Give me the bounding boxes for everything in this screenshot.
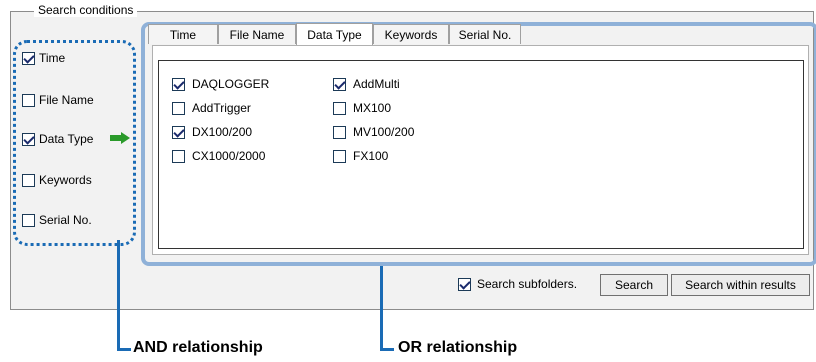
and-relationship-label: AND relationship [133, 339, 263, 356]
or-leader-line [380, 266, 394, 351]
search-subfolders-label: Search subfolders. [477, 277, 578, 291]
group-legend: Search conditions [34, 3, 138, 17]
search-subfolders-checkbox[interactable] [458, 277, 471, 291]
tab-keywords[interactable]: Keywords [373, 24, 449, 44]
tab-serial-no[interactable]: Serial No. [449, 24, 521, 44]
dt-cx1000-2000-label: CX1000/2000 [192, 149, 266, 163]
daqlogger-checkbox[interactable] [172, 77, 185, 91]
dt-dx100-200-label: DX100/200 [192, 125, 253, 139]
dt-dx100-200[interactable]: DX100/200 [172, 124, 252, 140]
mv100-200-checkbox[interactable] [333, 125, 346, 139]
dt-mv100-200[interactable]: MV100/200 [333, 124, 414, 140]
dt-cx1000-2000[interactable]: CX1000/2000 [172, 148, 265, 164]
search-within-results-button[interactable]: Search within results [671, 274, 810, 296]
dt-fx100-label: FX100 [353, 149, 389, 163]
arrow-right-icon [110, 132, 130, 144]
tab-bar: Time File Name Data Type Keywords Serial… [148, 23, 521, 45]
dt-daqlogger-label: DAQLOGGER [192, 77, 270, 91]
and-leader-line [117, 240, 131, 351]
mx100-checkbox[interactable] [333, 101, 346, 115]
dt-addmulti[interactable]: AddMulti [333, 76, 400, 92]
tab-time[interactable]: Time [148, 24, 218, 44]
search-subfolders-option[interactable]: Search subfolders. [458, 277, 577, 291]
fx100-checkbox[interactable] [333, 149, 346, 163]
dt-mx100-label: MX100 [353, 101, 392, 115]
dt-addtrigger[interactable]: AddTrigger [172, 100, 251, 116]
search-button[interactable]: Search [600, 274, 668, 296]
cx1000-2000-checkbox[interactable] [172, 149, 185, 163]
dx100-200-checkbox[interactable] [172, 125, 185, 139]
tab-file-name[interactable]: File Name [218, 24, 296, 44]
dt-addmulti-label: AddMulti [353, 77, 400, 91]
addmulti-checkbox[interactable] [333, 77, 346, 91]
dt-fx100[interactable]: FX100 [333, 148, 388, 164]
dt-mv100-200-label: MV100/200 [353, 125, 415, 139]
dt-addtrigger-label: AddTrigger [192, 101, 251, 115]
dt-mx100[interactable]: MX100 [333, 100, 391, 116]
tab-data-type[interactable]: Data Type [296, 23, 373, 45]
addtrigger-checkbox[interactable] [172, 101, 185, 115]
dt-daqlogger[interactable]: DAQLOGGER [172, 76, 269, 92]
or-relationship-label: OR relationship [398, 339, 518, 356]
